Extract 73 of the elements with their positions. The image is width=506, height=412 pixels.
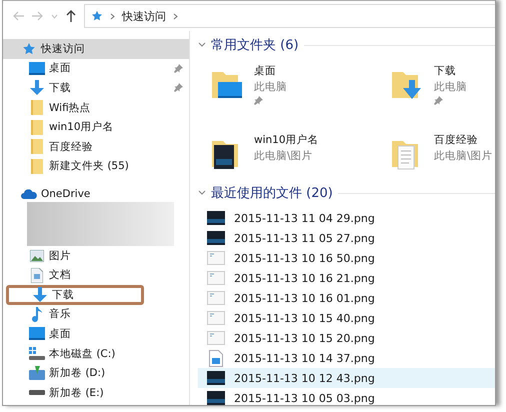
screenshot-thumbnail-icon bbox=[207, 231, 225, 245]
sidebar-item[interactable]: 本地磁盘 (C:) bbox=[3, 344, 189, 364]
folder-tile[interactable]: win10用户名 此电脑\图片 bbox=[210, 132, 390, 184]
sidebar-item[interactable]: Wifi热点 bbox=[3, 98, 189, 118]
sidebar-item[interactable]: 新加卷 (E:) bbox=[3, 382, 189, 402]
folder-tile[interactable]: 桌面 此电脑 bbox=[210, 64, 390, 118]
drive-icon bbox=[29, 390, 45, 396]
file-row[interactable]: 2015-11-13 11 05 27.png bbox=[198, 228, 495, 248]
chevron-down-icon[interactable] bbox=[51, 14, 58, 18]
chevron-right-icon bbox=[110, 12, 115, 20]
folder-tile[interactable]: 下载 此电脑 bbox=[390, 64, 495, 118]
file-row[interactable]: 2015-11-13 10 05 03.png bbox=[198, 388, 495, 405]
pin-icon bbox=[174, 83, 183, 92]
forward-arrow-icon[interactable] bbox=[32, 11, 43, 21]
sidebar-item[interactable]: 桌面 bbox=[3, 324, 189, 344]
sidebar-item[interactable]: 音乐 bbox=[3, 304, 189, 324]
sidebar-item[interactable]: 新加卷 (D:) bbox=[3, 363, 189, 383]
file-row[interactable]: 2015-11-13 10 16 01.png bbox=[198, 288, 495, 308]
cloud-icon bbox=[21, 188, 37, 199]
document-icon bbox=[31, 268, 43, 283]
pictures-icon bbox=[30, 250, 44, 262]
sidebar-item[interactable]: 文档 bbox=[3, 265, 189, 285]
screenshot-thumbnail-icon bbox=[207, 391, 225, 405]
sidebar-item[interactable]: 桌面 bbox=[3, 58, 189, 78]
folder-tile[interactable]: 百度经验 此电脑\图片 bbox=[390, 132, 495, 184]
pin-icon bbox=[174, 64, 183, 73]
breadcrumb-item[interactable]: 快速访问 bbox=[122, 8, 166, 24]
sidebar-item[interactable]: 图片 bbox=[3, 246, 189, 266]
sidebar-item[interactable]: 百度经验 bbox=[3, 136, 189, 157]
address-bar[interactable]: 快速访问 bbox=[84, 4, 495, 28]
drive-icon bbox=[29, 366, 45, 380]
download-arrow-icon bbox=[33, 287, 47, 302]
up-arrow-icon[interactable] bbox=[66, 10, 76, 22]
desktop-icon bbox=[29, 62, 45, 75]
screenshot-thumbnail-icon bbox=[207, 291, 225, 305]
pin-icon bbox=[434, 96, 443, 105]
screenshot-thumbnail-icon bbox=[207, 331, 225, 345]
sidebar-item[interactable]: 新建文件夹 (55) bbox=[3, 156, 189, 176]
group-header[interactable]: 最近使用的文件 (20) bbox=[198, 184, 495, 202]
chevron-icon bbox=[198, 42, 206, 48]
star-icon bbox=[22, 42, 36, 56]
sidebar-item[interactable]: win10用户名 bbox=[3, 117, 189, 137]
screenshot-thumbnail-icon bbox=[207, 271, 225, 285]
folder-icon bbox=[31, 100, 43, 116]
screenshot-thumbnail-icon bbox=[207, 211, 225, 225]
file-row[interactable]: 2015-11-13 10 12 43.png bbox=[198, 368, 495, 388]
star-icon bbox=[91, 10, 103, 22]
back-arrow-icon[interactable] bbox=[13, 11, 24, 21]
pin-icon bbox=[254, 96, 263, 105]
file-row[interactable]: 2015-11-13 10 14 37.png bbox=[198, 348, 495, 368]
folder-icon bbox=[31, 139, 43, 154]
sidebar-item[interactable]: 下载 bbox=[6, 284, 144, 305]
desktop-icon bbox=[29, 327, 45, 340]
screenshot-thumbnail-icon bbox=[207, 251, 225, 265]
sidebar-item[interactable]: 下载 bbox=[3, 78, 189, 98]
music-note-icon bbox=[32, 306, 42, 322]
sidebar-item[interactable]: OneDrive bbox=[3, 184, 189, 204]
sidebar-item[interactable]: 快速访问 bbox=[3, 39, 189, 59]
image-file-icon bbox=[209, 350, 223, 366]
system-drive-icon bbox=[29, 347, 45, 360]
screenshot-thumbnail-icon bbox=[207, 311, 225, 325]
file-row[interactable]: 2015-11-13 10 15 40.png bbox=[198, 308, 495, 328]
screenshot-thumbnail-icon bbox=[207, 371, 225, 385]
folder-icon bbox=[31, 120, 43, 135]
file-row[interactable]: 2015-11-13 10 15 20.png bbox=[198, 328, 495, 348]
chevron-icon bbox=[198, 190, 206, 196]
file-row[interactable]: 2015-11-13 10 16 21.png bbox=[198, 268, 495, 288]
download-arrow-icon bbox=[30, 80, 44, 96]
file-row[interactable]: 2015-11-13 11 04 29.png bbox=[198, 208, 495, 228]
chevron-right-icon bbox=[173, 12, 178, 20]
file-row[interactable]: 2015-11-13 10 16 50.png bbox=[198, 248, 495, 268]
folder-icon bbox=[31, 158, 43, 174]
group-header[interactable]: 常用文件夹 (6) bbox=[198, 36, 495, 54]
